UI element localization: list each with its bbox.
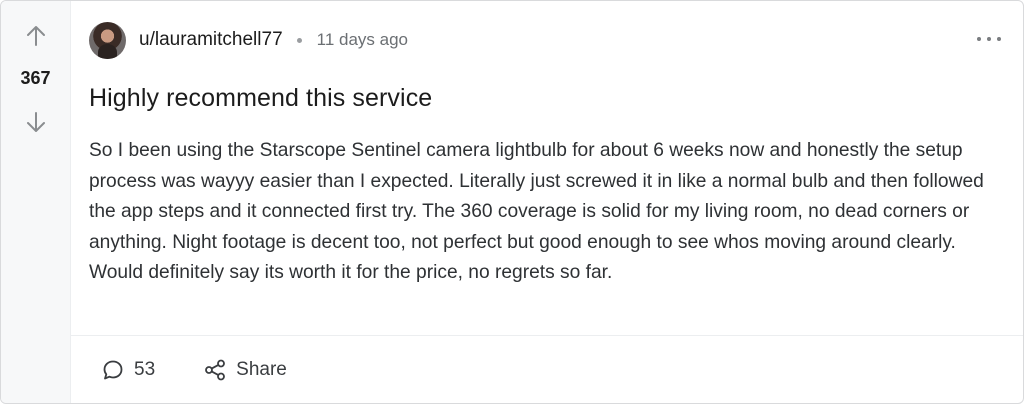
author-link[interactable]: u/lauramitchell77 xyxy=(139,29,283,51)
more-horizontal-icon xyxy=(977,37,981,41)
downvote-button[interactable] xyxy=(23,109,49,135)
post-actions: 53 Share xyxy=(101,354,287,386)
post-card: 367 u/lauramitchell77 11 days ago Highly… xyxy=(0,0,1024,404)
upvote-button[interactable] xyxy=(23,23,49,49)
post-title: Highly recommend this service xyxy=(89,84,433,112)
separator-dot xyxy=(296,37,302,43)
divider xyxy=(71,335,1023,336)
avatar[interactable] xyxy=(89,21,126,59)
share-button[interactable]: Share xyxy=(203,358,287,382)
arrow-up-icon xyxy=(27,26,45,46)
comments-count: 53 xyxy=(134,359,156,380)
more-options-button[interactable] xyxy=(977,29,1001,49)
post-body: So I been using the Starscope Sentinel c… xyxy=(89,140,984,283)
share-icon xyxy=(203,358,227,382)
post-timestamp: 11 days ago xyxy=(316,30,409,49)
arrow-down-icon xyxy=(27,112,45,132)
vote-column: 367 xyxy=(1,1,71,403)
vote-count: 367 xyxy=(20,68,51,88)
post-header: u/lauramitchell77 11 days ago xyxy=(89,21,408,59)
comment-bubble-icon xyxy=(101,358,125,382)
comments-button[interactable]: 53 xyxy=(101,358,155,382)
share-label: Share xyxy=(236,359,287,380)
